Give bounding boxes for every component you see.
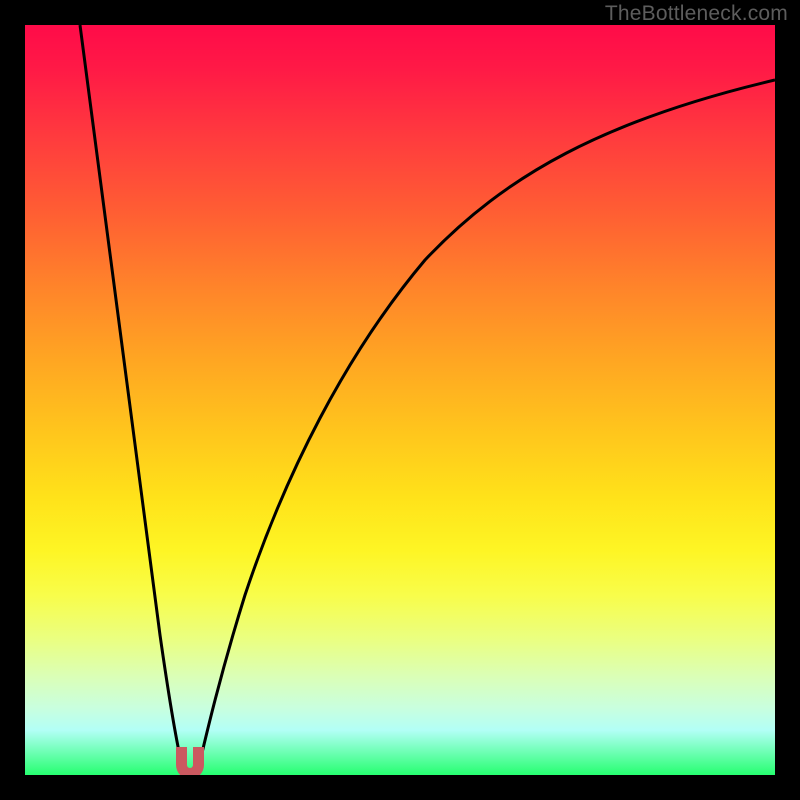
curve-right-branch <box>198 80 775 770</box>
bottleneck-curve <box>25 25 775 775</box>
dip-marker <box>176 747 204 775</box>
plot-area <box>25 25 775 775</box>
chart-frame: TheBottleneck.com <box>0 0 800 800</box>
curve-left-branch <box>80 25 183 770</box>
watermark-text: TheBottleneck.com <box>605 2 788 26</box>
